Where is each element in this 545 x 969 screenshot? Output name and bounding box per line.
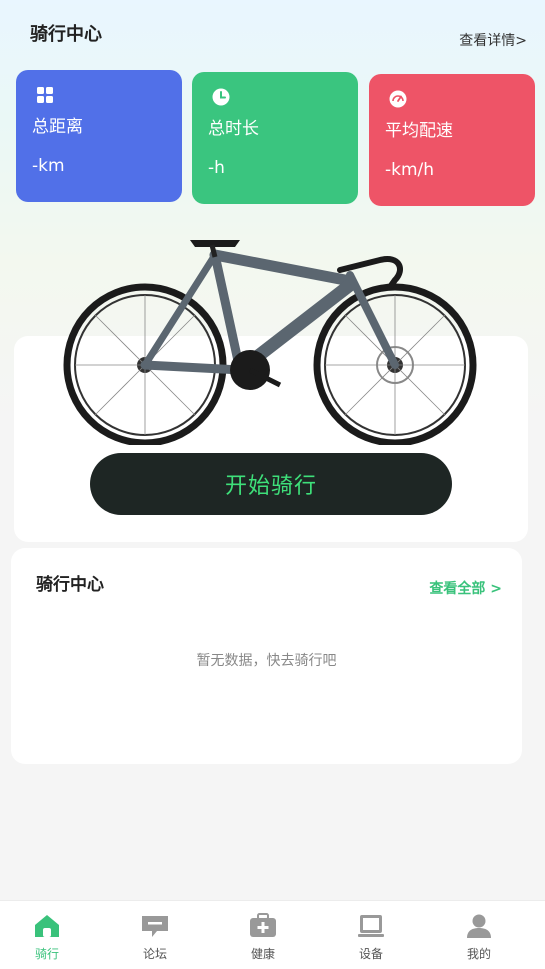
stat-label: 平均配速 [385,121,453,141]
header: 骑行中心 查看详情> [0,0,545,60]
clock-icon [212,88,230,106]
tab-forum[interactable]: 论坛 [110,901,200,969]
records-title: 骑行中心 [36,575,104,595]
records-card: 骑行中心 查看全部 > 暂无数据，快去骑行吧 [11,548,522,764]
tab-label: 我的 [466,947,491,961]
stat-value: -km/h [385,160,435,180]
tab-label: 骑行 [34,947,59,961]
stat-card-distance: 总距离 -km [16,70,182,202]
stat-card-avg-speed: 平均配速 -km/h [369,74,535,206]
stat-card-duration: 总时长 -h [192,72,358,204]
tab-device[interactable]: 设备 [326,901,416,969]
bicycle-image [63,240,477,445]
view-details-link[interactable]: 查看详情> [459,30,527,50]
tab-health[interactable]: 健康 [218,901,308,969]
page-title: 骑行中心 [30,24,102,45]
device-icon [358,915,384,937]
stat-label: 总时长 [208,119,259,139]
stat-value: -h [208,158,225,178]
chat-icon [142,916,168,937]
home-icon [35,915,59,937]
empty-state-text: 暂无数据，快去骑行吧 [196,653,337,669]
stat-label: 总距离 [32,117,83,137]
medkit-icon [250,913,276,937]
grid-icon [37,87,53,103]
tab-bar: 骑行 论坛 健康 设备 我的 [0,900,545,969]
speedometer-icon [389,90,407,108]
view-all-link[interactable]: 查看全部 > [429,578,502,598]
user-icon [467,914,491,938]
tab-riding[interactable]: 骑行 [2,901,92,969]
start-riding-button[interactable]: 开始骑行 [90,453,452,515]
tab-label: 设备 [358,947,383,961]
stat-value: -km [32,156,65,176]
tab-label: 论坛 [142,947,167,961]
tab-label: 健康 [250,947,275,961]
tab-mine[interactable]: 我的 [434,901,524,969]
